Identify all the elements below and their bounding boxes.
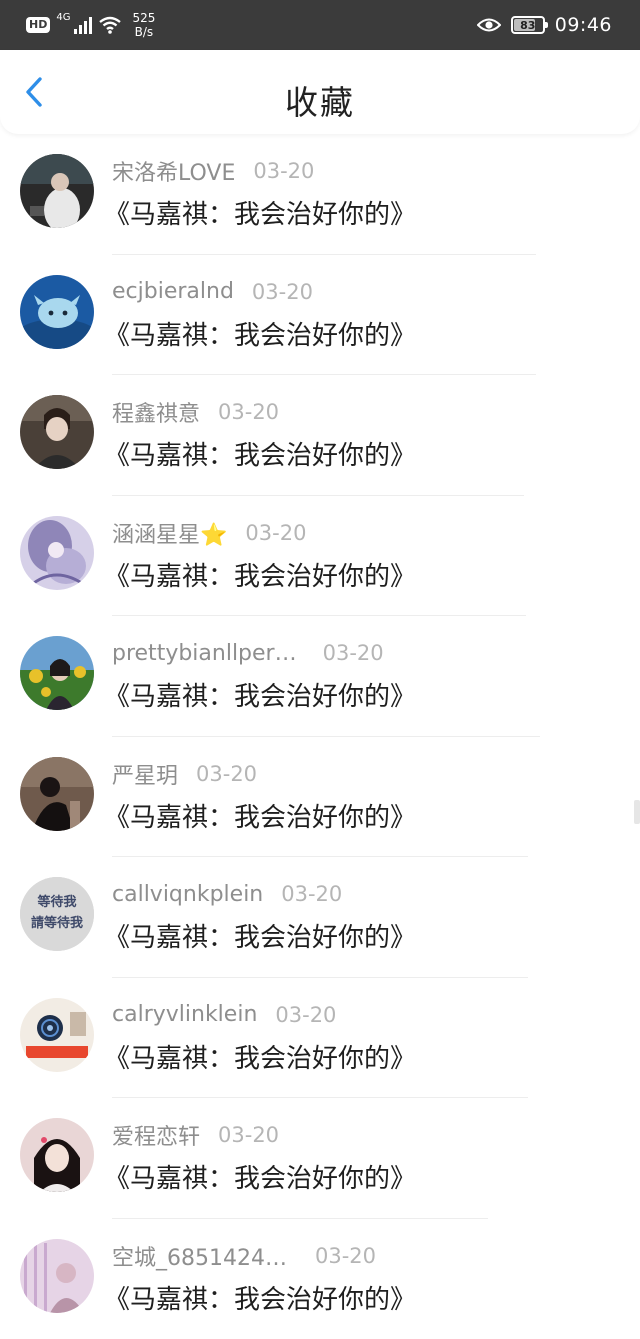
list-item[interactable]: 程鑫祺意 03-20 《马嘉祺：我会治好你的》	[0, 375, 640, 496]
app-header: 收藏	[0, 50, 640, 134]
username[interactable]: 严星玥	[112, 758, 178, 790]
page-title: 收藏	[0, 76, 640, 124]
speed-unit: B/s	[135, 25, 154, 39]
date: 03-20	[275, 1003, 336, 1027]
work-title[interactable]: 《马嘉祺：我会治好你的》	[104, 1038, 416, 1075]
avatar[interactable]	[20, 395, 94, 469]
work-title[interactable]: 《马嘉祺：我会治好你的》	[104, 435, 416, 472]
date: 03-20	[218, 400, 279, 424]
item-meta: callviqnkplein 03-20	[112, 879, 342, 909]
username[interactable]: 爱程恋轩	[112, 1119, 200, 1151]
list-item[interactable]: 严星玥 03-20 《马嘉祺：我会治好你的》	[0, 737, 640, 858]
item-meta: prettybianllper… 03-20	[112, 638, 384, 668]
battery-level: 83	[520, 19, 535, 32]
username[interactable]: 程鑫祺意	[112, 396, 200, 428]
list-item[interactable]: 等待我 請等待我 callviqnkplein 03-20 《马嘉祺：我会治好你…	[0, 857, 640, 978]
network-type: 4G	[56, 12, 70, 23]
clock: 09:46	[555, 14, 612, 36]
signal-icon	[74, 16, 92, 34]
work-title[interactable]: 《马嘉祺：我会治好你的》	[104, 1158, 416, 1195]
work-title[interactable]: 《马嘉祺：我会治好你的》	[104, 194, 416, 231]
date: 03-20	[252, 280, 313, 304]
date: 03-20	[245, 521, 306, 545]
item-meta: 空城_6851424… 03-20	[112, 1241, 376, 1271]
username[interactable]: ecjbieralnd	[112, 279, 234, 304]
work-title[interactable]: 《马嘉祺：我会治好你的》	[104, 1279, 416, 1316]
speed-value: 525	[132, 11, 155, 25]
list-item[interactable]: 涵涵星星⭐ 03-20 《马嘉祺：我会治好你的》	[0, 496, 640, 617]
work-title[interactable]: 《马嘉祺：我会治好你的》	[104, 797, 416, 834]
avatar[interactable]	[20, 154, 94, 228]
hd-badge: HD	[26, 17, 50, 33]
date: 03-20	[218, 1123, 279, 1147]
list-item[interactable]: ecjbieralnd 03-20 《马嘉祺：我会治好你的》	[0, 255, 640, 376]
item-meta: 宋洛希LOVE 03-20	[112, 156, 314, 186]
avatar-text-line-2: 請等待我	[31, 915, 83, 931]
network-speed: 525 B/s	[132, 11, 155, 39]
item-meta: 爱程恋轩 03-20	[112, 1120, 279, 1150]
status-left: HD 4G 525 B/s	[26, 10, 155, 40]
avatar[interactable]	[20, 1118, 94, 1192]
date: 03-20	[315, 1244, 376, 1268]
avatar[interactable]	[20, 636, 94, 710]
item-meta: 严星玥 03-20	[112, 759, 257, 789]
username[interactable]: prettybianllper…	[112, 641, 297, 666]
work-title[interactable]: 《马嘉祺：我会治好你的》	[104, 315, 416, 352]
username[interactable]: 空城_6851424…	[112, 1240, 287, 1272]
favorites-list: 宋洛希LOVE 03-20 《马嘉祺：我会治好你的》 ecjbieralnd 0…	[0, 134, 640, 1339]
scrollbar[interactable]	[634, 800, 640, 824]
list-item[interactable]: prettybianllper… 03-20 《马嘉祺：我会治好你的》	[0, 616, 640, 737]
eye-icon	[477, 17, 501, 33]
avatar[interactable]	[20, 516, 94, 590]
avatar[interactable]	[20, 1239, 94, 1313]
username[interactable]: callviqnkplein	[112, 882, 263, 907]
item-meta: calryvlinklein 03-20	[112, 1000, 336, 1030]
battery-icon: 83	[511, 16, 545, 34]
work-title[interactable]: 《马嘉祺：我会治好你的》	[104, 556, 416, 593]
date: 03-20	[323, 641, 384, 665]
item-meta: ecjbieralnd 03-20	[112, 277, 313, 307]
work-title[interactable]: 《马嘉祺：我会治好你的》	[104, 917, 416, 954]
work-title[interactable]: 《马嘉祺：我会治好你的》	[104, 676, 416, 713]
username[interactable]: calryvlinklein	[112, 1002, 257, 1027]
item-meta: 涵涵星星⭐ 03-20	[112, 518, 306, 548]
item-meta: 程鑫祺意 03-20	[112, 397, 279, 427]
avatar[interactable]: 等待我 請等待我	[20, 877, 94, 951]
list-item[interactable]: 宋洛希LOVE 03-20 《马嘉祺：我会治好你的》	[0, 134, 640, 255]
wifi-icon	[98, 15, 122, 35]
avatar-text-line-1: 等待我	[36, 894, 76, 910]
date: 03-20	[196, 762, 257, 786]
date: 03-20	[253, 159, 314, 183]
avatar[interactable]	[20, 275, 94, 349]
username[interactable]: 涵涵星星⭐	[112, 517, 227, 549]
list-item[interactable]: 爱程恋轩 03-20 《马嘉祺：我会治好你的》	[0, 1098, 640, 1219]
status-bar: HD 4G 525 B/s 83 09:46	[0, 0, 640, 50]
avatar[interactable]	[20, 998, 94, 1072]
status-right: 83 09:46	[477, 10, 612, 40]
list-item[interactable]: 空城_6851424… 03-20 《马嘉祺：我会治好你的》	[0, 1219, 640, 1339]
avatar[interactable]	[20, 757, 94, 831]
list-item[interactable]: calryvlinklein 03-20 《马嘉祺：我会治好你的》	[0, 978, 640, 1099]
username[interactable]: 宋洛希LOVE	[112, 155, 235, 187]
date: 03-20	[281, 882, 342, 906]
